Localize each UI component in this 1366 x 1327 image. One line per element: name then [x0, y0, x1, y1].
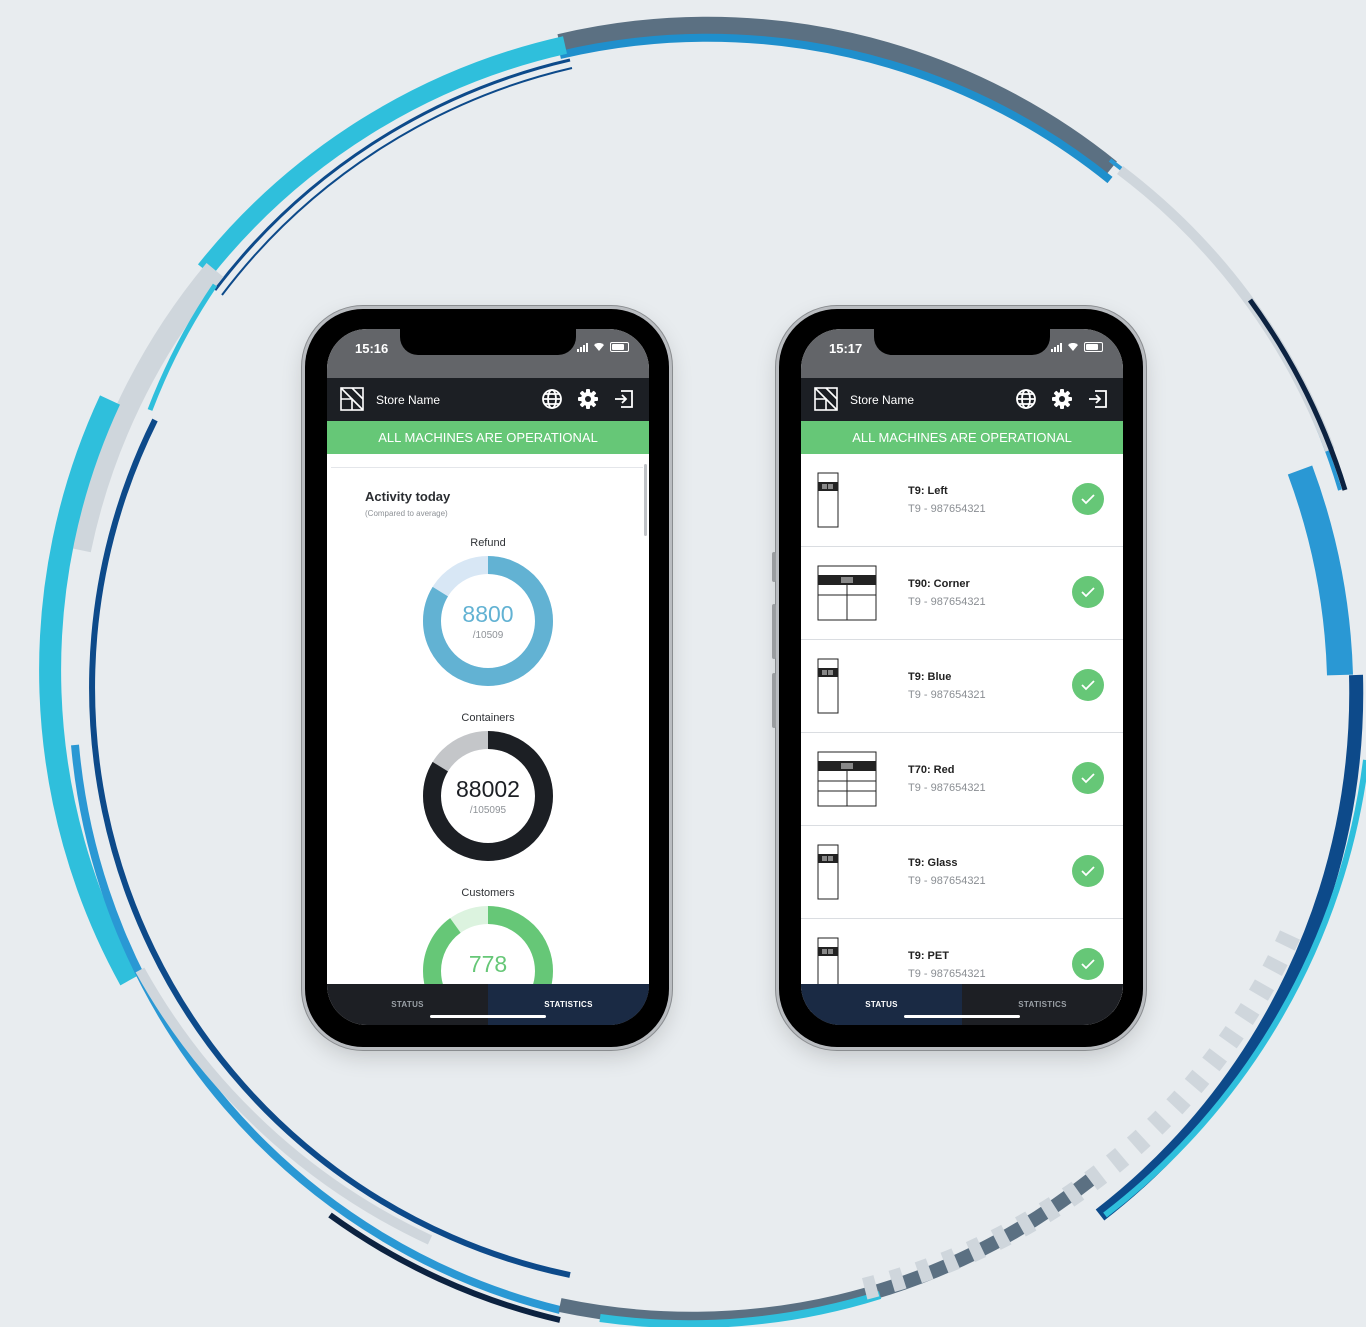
- machine-name: T9: Blue: [908, 671, 952, 683]
- tab-statistics[interactable]: STATISTICS: [488, 984, 649, 1025]
- status-banner: ALL MACHINES ARE OPERATIONAL: [327, 421, 649, 454]
- machine-serial: T9 - 987654321: [908, 875, 986, 887]
- gear-icon[interactable]: [1051, 388, 1073, 410]
- status-banner: ALL MACHINES ARE OPERATIONAL: [801, 421, 1123, 454]
- machine-single-icon: [817, 658, 839, 714]
- machine-wide-icon: [817, 751, 877, 807]
- gauge-value-customers: 778: [468, 951, 508, 977]
- screen-statistics: 15:16 Store Name ALL MACHINES ARE OPERAT…: [327, 329, 649, 1025]
- gauge-value-containers: 88002: [456, 776, 520, 802]
- signal-icon: [1051, 342, 1062, 352]
- gauge-label-customers: Customers: [461, 887, 515, 899]
- tab-status[interactable]: STATUS: [327, 984, 488, 1025]
- check-icon: [1072, 855, 1104, 887]
- machine-name: T70: Red: [908, 764, 955, 776]
- globe-icon[interactable]: [541, 388, 563, 410]
- battery-icon: [1084, 342, 1103, 352]
- gauge-label-refund: Refund: [470, 537, 506, 549]
- store-name: Store Name: [850, 393, 915, 407]
- side-button: [772, 604, 776, 659]
- notch: [400, 329, 576, 355]
- machine-serial: T9 - 987654321: [908, 689, 986, 701]
- machine-name: T9: Glass: [908, 857, 958, 869]
- tab-statistics[interactable]: STATISTICS: [962, 984, 1123, 1025]
- check-icon: [1072, 576, 1104, 608]
- status-time: 15:17: [829, 341, 863, 356]
- machine-serial: T9 - 987654321: [908, 503, 986, 515]
- check-icon: [1072, 948, 1104, 980]
- side-button: [772, 673, 776, 728]
- logo-icon: [814, 387, 838, 411]
- side-button: [772, 552, 776, 582]
- home-indicator: [430, 1015, 546, 1018]
- machine-row[interactable]: T90: Corner T9 - 987654321: [801, 547, 1123, 640]
- machine-serial: T9 - 987654321: [908, 596, 986, 608]
- activity-title: Activity today: [365, 489, 451, 504]
- decorative-rings: [39, 16, 1366, 1327]
- machine-single-icon: [817, 472, 839, 528]
- check-icon: [1072, 669, 1104, 701]
- app-header: Store Name: [801, 378, 1123, 421]
- logout-icon[interactable]: [613, 388, 635, 410]
- machine-serial: T9 - 987654321: [908, 968, 986, 980]
- status-bar: 15:17: [801, 329, 1123, 378]
- gauge-value-refund: 8800: [462, 601, 514, 627]
- check-icon: [1072, 762, 1104, 794]
- gauge-total-containers: /105095: [469, 805, 507, 816]
- machine-row[interactable]: T9: Glass T9 - 987654321: [801, 826, 1123, 919]
- activity-subtitle: (Compared to average): [365, 509, 448, 518]
- status-bar: 15:16: [327, 329, 649, 378]
- wifi-icon: [1068, 342, 1078, 351]
- gear-icon[interactable]: [577, 388, 599, 410]
- machine-serial: T9 - 987654321: [908, 782, 986, 794]
- machine-wide-icon: [817, 565, 877, 621]
- logo-icon: [340, 387, 364, 411]
- home-indicator: [904, 1015, 1020, 1018]
- logout-icon[interactable]: [1087, 388, 1109, 410]
- gauge-label-containers: Containers: [461, 712, 515, 724]
- store-name: Store Name: [376, 393, 441, 407]
- scrollbar[interactable]: [644, 464, 647, 536]
- machine-name: T9: PET: [908, 950, 949, 962]
- machine-list: T9: Left T9 - 987654321 T90: Corner T9 -…: [801, 454, 1123, 1012]
- status-time: 15:16: [355, 341, 389, 356]
- tab-bar: STATUS STATISTICS: [801, 984, 1123, 1025]
- globe-icon[interactable]: [1015, 388, 1037, 410]
- phone-statistics: 15:16 Store Name ALL MACHINES ARE OPERAT…: [305, 309, 669, 1047]
- phone-status: 15:17 Store Name ALL MACHINES ARE OPERAT…: [772, 309, 1143, 1047]
- check-icon: [1072, 483, 1104, 515]
- machine-single-icon: [817, 844, 839, 900]
- battery-icon: [610, 342, 629, 352]
- signal-icon: [577, 342, 588, 352]
- machine-row[interactable]: T70: Red T9 - 987654321: [801, 733, 1123, 826]
- notch: [874, 329, 1050, 355]
- tab-status[interactable]: STATUS: [801, 984, 962, 1025]
- app-header: Store Name: [327, 378, 649, 421]
- screen-status: 15:17 Store Name ALL MACHINES ARE OPERAT…: [801, 329, 1123, 1025]
- machine-name: T9: Left: [908, 485, 948, 497]
- machine-row[interactable]: T9: Blue T9 - 987654321: [801, 640, 1123, 733]
- tab-bar: STATUS STATISTICS: [327, 984, 649, 1025]
- machine-row[interactable]: T9: Left T9 - 987654321: [801, 454, 1123, 547]
- wifi-icon: [594, 342, 604, 351]
- gauge-total-refund: /10509: [472, 630, 504, 641]
- machine-name: T90: Corner: [908, 578, 970, 590]
